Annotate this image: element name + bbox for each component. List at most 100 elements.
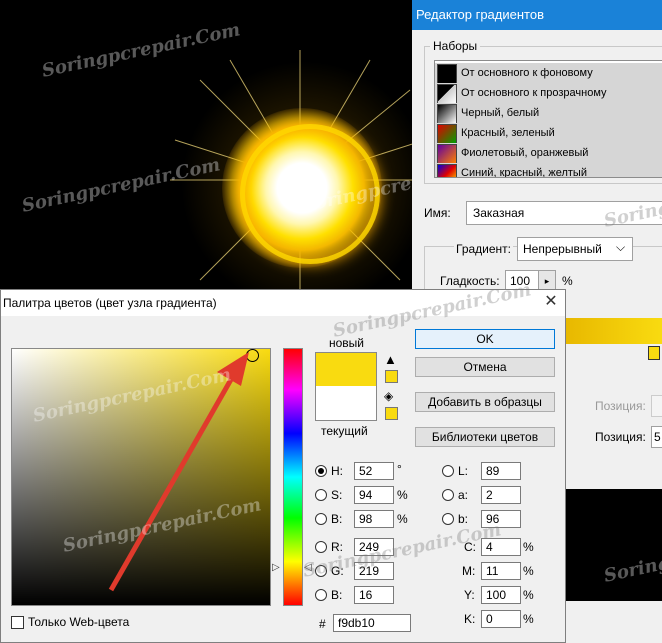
new-color-label: новый: [329, 336, 365, 350]
lab-b-input[interactable]: 96: [481, 510, 521, 528]
presets-legend: Наборы: [430, 39, 481, 53]
k-input[interactable]: 0: [481, 610, 521, 628]
cube-icon[interactable]: ◈: [384, 389, 393, 403]
smoothness-label: Гладкость:: [440, 274, 500, 288]
preset-item[interactable]: От основного к прозрачному: [435, 83, 662, 104]
l-radio[interactable]: [442, 465, 454, 477]
m-unit: %: [523, 564, 534, 578]
gradient-editor-title: Редактор градиентов: [416, 7, 544, 22]
m-input[interactable]: 11: [481, 562, 521, 580]
color-location-value: 5: [654, 430, 661, 444]
red-arrow-annotation: [108, 352, 249, 592]
preset-item[interactable]: От основного к фоновому: [435, 63, 662, 84]
color-libraries-button[interactable]: Библиотеки цветов: [415, 427, 555, 447]
web-safe-swatch[interactable]: [385, 407, 398, 420]
color-stop-icon[interactable]: [648, 346, 660, 360]
r-radio[interactable]: [315, 541, 327, 553]
web-colors-label: Только Web-цвета: [28, 615, 130, 629]
smoothness-value: 100: [510, 274, 531, 288]
k-unit: %: [523, 612, 534, 626]
color-picker-dialog: Палитра цветов (цвет узла градиента) ✕ ▷…: [0, 279, 566, 643]
gradient-preview-bar[interactable]: [566, 318, 662, 344]
glow-ring: [240, 124, 380, 264]
color-location-label: Позиция:: [595, 430, 646, 444]
warning-icon[interactable]: ▲: [384, 352, 397, 367]
preset-item[interactable]: Черный, белый: [435, 103, 662, 124]
gradient-type-label: Градиент:: [454, 242, 514, 256]
chevron-down-icon: ⌵: [616, 240, 626, 254]
current-color-swatch[interactable]: [315, 386, 377, 421]
a-radio[interactable]: [442, 489, 454, 501]
s-radio[interactable]: [315, 489, 327, 501]
new-color-swatch: [315, 352, 377, 387]
blue-label: B:: [331, 588, 343, 602]
red-green-gradient-icon: [437, 124, 457, 144]
preset-label: Синий, красный, желтый: [461, 167, 587, 178]
color-picker-title: Палитра цветов (цвет узла градиента): [3, 296, 217, 310]
name-input[interactable]: Заказная: [466, 201, 662, 225]
web-colors-checkbox[interactable]: [11, 616, 24, 629]
color-location-input[interactable]: 5: [651, 426, 662, 448]
hex-label: #: [319, 617, 326, 631]
lab-b-label: b:: [458, 512, 469, 526]
blue-radio[interactable]: [315, 589, 327, 601]
preset-label: Красный, зеленый: [461, 127, 555, 139]
a-label: a:: [458, 488, 469, 502]
g-input[interactable]: 219: [354, 562, 394, 580]
preset-item[interactable]: Синий, красный, желтый: [435, 163, 662, 178]
hue-slider-left-arrow-icon[interactable]: ▷: [272, 562, 280, 573]
s-unit: %: [397, 488, 408, 502]
h-label: H:: [331, 464, 343, 478]
preset-item[interactable]: Фиолетовый, оранжевый: [435, 143, 662, 164]
ok-button[interactable]: OK: [415, 329, 555, 349]
presets-list[interactable]: От основного к фоновому От основного к п…: [434, 60, 662, 178]
close-icon[interactable]: ✕: [541, 292, 561, 312]
blue-red-yellow-gradient-icon: [437, 164, 457, 177]
g-radio[interactable]: [315, 565, 327, 577]
gradient-type-value: Непрерывный: [523, 242, 602, 256]
color-picker-titlebar[interactable]: Палитра цветов (цвет узла градиента) ✕: [1, 290, 565, 316]
smoothness-unit: %: [562, 274, 573, 288]
preset-item[interactable]: Красный, зеленый: [435, 123, 662, 144]
c-input[interactable]: 4: [481, 538, 521, 556]
hex-input[interactable]: f9db10: [333, 614, 411, 632]
s-label: S:: [331, 488, 343, 502]
l-input[interactable]: 89: [481, 462, 521, 480]
preset-label: Фиолетовый, оранжевый: [461, 147, 589, 159]
m-label: M:: [462, 564, 476, 578]
hue-slider[interactable]: [283, 348, 303, 606]
name-input-value: Заказная: [473, 206, 525, 220]
black-white-gradient-icon: [437, 104, 457, 124]
opacity-location-label: Позиция:: [595, 399, 646, 413]
h-unit: °: [397, 462, 402, 476]
preset-label: Черный, белый: [461, 107, 540, 119]
cancel-button[interactable]: Отмена: [415, 357, 555, 377]
brightness-unit: %: [397, 512, 408, 526]
gamut-swatch[interactable]: [385, 370, 398, 383]
r-input[interactable]: 249: [354, 538, 394, 556]
image-canvas: Soringpcrepair.Com Soringpcrepair.Com So…: [0, 0, 412, 290]
k-label: K:: [464, 612, 476, 626]
s-input[interactable]: 94: [354, 486, 394, 504]
c-unit: %: [523, 540, 534, 554]
violet-orange-gradient-icon: [437, 144, 457, 164]
lab-b-radio[interactable]: [442, 513, 454, 525]
gradient-type-select[interactable]: Непрерывный ⌵: [517, 237, 633, 261]
glow-preview: [566, 489, 662, 601]
y-input[interactable]: 100: [481, 586, 521, 604]
hue-slider-right-arrow-icon[interactable]: ◁: [304, 562, 312, 573]
brightness-label: B:: [331, 512, 343, 526]
h-input[interactable]: 52: [354, 462, 394, 480]
brightness-input[interactable]: 98: [354, 510, 394, 528]
g-label: G:: [331, 564, 344, 578]
black-square-icon: [437, 64, 457, 84]
add-to-swatches-button[interactable]: Добавить в образцы: [415, 392, 555, 412]
l-label: L:: [458, 464, 469, 478]
brightness-radio[interactable]: [315, 513, 327, 525]
blue-input[interactable]: 16: [354, 586, 394, 604]
c-label: C:: [464, 540, 476, 554]
gradient-editor-titlebar[interactable]: Редактор градиентов: [412, 0, 662, 30]
preset-label: От основного к фоновому: [461, 67, 593, 79]
h-radio[interactable]: [315, 465, 327, 477]
a-input[interactable]: 2: [481, 486, 521, 504]
